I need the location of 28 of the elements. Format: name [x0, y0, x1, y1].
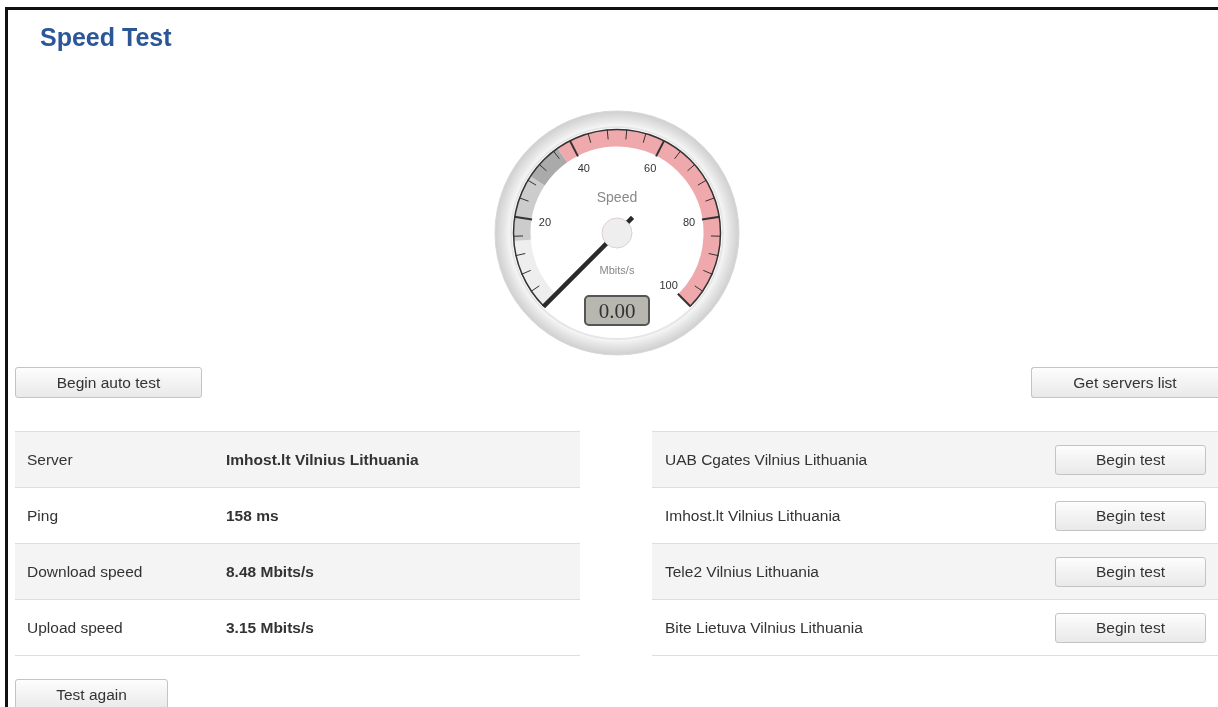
get-servers-list-button[interactable]: Get servers list [1031, 367, 1218, 398]
result-value: 3.15 Mbits/s [226, 618, 314, 637]
begin-test-button[interactable]: Begin test [1055, 444, 1206, 475]
scale-label: 40 [577, 161, 590, 174]
page-title: Speed Test [39, 22, 173, 53]
result-value: 8.48 Mbits/s [226, 562, 314, 581]
scale-label: 20 [538, 215, 551, 228]
speed-readout: 0.00 [583, 295, 650, 326]
result-label: Download speed [26, 562, 144, 581]
scale-label: 80 [682, 215, 695, 228]
test-again-button[interactable]: Test again [15, 679, 168, 707]
server-name: Bite Lietuva Vilnius Lithuania [664, 618, 864, 637]
result-label: Upload speed [26, 618, 124, 637]
server-name: Imhost.lt Vilnius Lithuania [664, 506, 842, 525]
begin-test-button[interactable]: Begin test [1055, 612, 1206, 643]
server-name: Tele2 Vilnius Lithuania [664, 562, 820, 581]
result-label: Server [26, 450, 74, 469]
result-value: 158 ms [226, 506, 279, 525]
gauge-unit: Mbits/s [599, 264, 634, 276]
result-label: Ping [26, 506, 60, 525]
scale-label: 60 [643, 161, 656, 174]
begin-test-button[interactable]: Begin test [1055, 500, 1206, 531]
server-name: UAB Cgates Vilnius Lithuania [664, 450, 869, 469]
result-value: Imhost.lt Vilnius Lithuania [226, 450, 419, 469]
begin-test-button[interactable]: Begin test [1055, 556, 1206, 587]
scale-label: 100 [658, 278, 678, 291]
gauge-label: Speed [596, 189, 637, 205]
begin-auto-test-button[interactable]: Begin auto test [15, 367, 202, 398]
